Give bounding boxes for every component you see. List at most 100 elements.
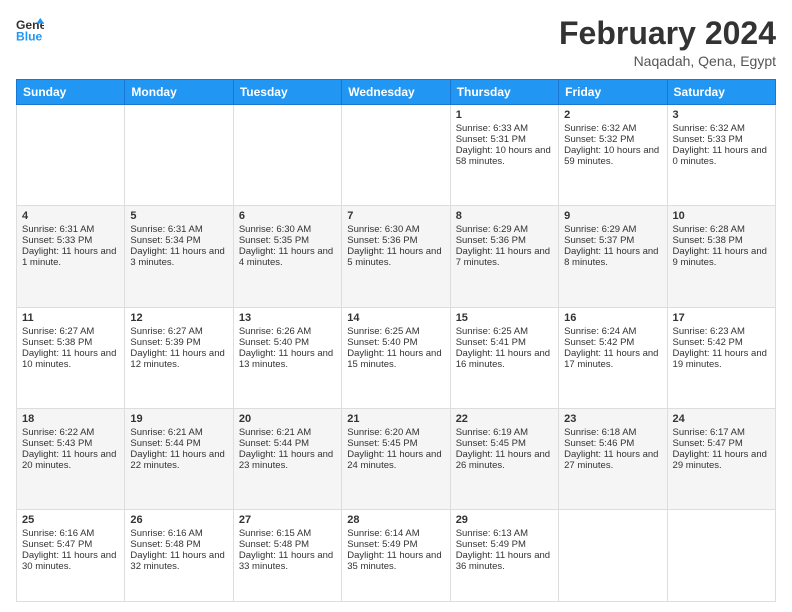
day-info: Sunset: 5:33 PM <box>673 134 770 145</box>
day-info: Daylight: 10 hours and 59 minutes. <box>564 145 661 167</box>
day-info: Sunrise: 6:27 AM <box>22 326 119 337</box>
logo: General Blue <box>16 16 44 44</box>
day-info: Daylight: 11 hours and 32 minutes. <box>130 550 227 572</box>
day-info: Sunrise: 6:31 AM <box>130 224 227 235</box>
day-info: Sunrise: 6:32 AM <box>673 123 770 134</box>
calendar-week-row: 4Sunrise: 6:31 AMSunset: 5:33 PMDaylight… <box>17 206 776 307</box>
day-info: Sunrise: 6:22 AM <box>22 427 119 438</box>
day-info: Sunset: 5:44 PM <box>130 438 227 449</box>
day-info: Sunset: 5:34 PM <box>130 235 227 246</box>
day-info: Daylight: 11 hours and 19 minutes. <box>673 348 770 370</box>
table-row: 21Sunrise: 6:20 AMSunset: 5:45 PMDayligh… <box>342 408 450 509</box>
day-info: Sunset: 5:32 PM <box>564 134 661 145</box>
day-info: Daylight: 11 hours and 5 minutes. <box>347 246 444 268</box>
day-info: Daylight: 11 hours and 35 minutes. <box>347 550 444 572</box>
table-row: 24Sunrise: 6:17 AMSunset: 5:47 PMDayligh… <box>667 408 775 509</box>
day-number: 13 <box>239 312 336 324</box>
table-row <box>17 105 125 206</box>
day-info: Daylight: 11 hours and 33 minutes. <box>239 550 336 572</box>
table-row: 13Sunrise: 6:26 AMSunset: 5:40 PMDayligh… <box>233 307 341 408</box>
col-monday: Monday <box>125 80 233 105</box>
day-info: Sunset: 5:49 PM <box>347 539 444 550</box>
day-number: 18 <box>22 413 119 425</box>
day-number: 23 <box>564 413 661 425</box>
table-row <box>342 105 450 206</box>
table-row: 11 Sunrise: 6:27 AMSunset: 5:38 PMDayligh… <box>17 307 125 408</box>
table-row <box>559 509 667 601</box>
day-info: Daylight: 11 hours and 10 minutes. <box>22 348 119 370</box>
day-info: Sunrise: 6:14 AM <box>347 528 444 539</box>
calendar-week-row: 11Sunrise: 6:27 AMSunset: 5:38 PMDayligh… <box>17 307 776 408</box>
day-number: 3 <box>673 109 770 121</box>
day-info: Sunrise: 6:21 AM <box>130 427 227 438</box>
calendar-location: Naqadah, Qena, Egypt <box>559 53 776 69</box>
day-number: 29 <box>456 514 553 526</box>
day-info: Sunset: 5:49 PM <box>456 539 553 550</box>
col-wednesday: Wednesday <box>342 80 450 105</box>
day-info: Sunrise: 6:30 AM <box>347 224 444 235</box>
day-info: Sunset: 5:39 PM <box>130 337 227 348</box>
day-number: 27 <box>239 514 336 526</box>
calendar-table: Sunday Monday Tuesday Wednesday Thursday… <box>16 79 776 602</box>
table-row: 26Sunrise: 6:16 AMSunset: 5:48 PMDayligh… <box>125 509 233 601</box>
day-info: Sunset: 5:38 PM <box>22 337 119 348</box>
table-row: 29 Sunrise: 6:13 AMSunset: 5:49 PMDayligh… <box>450 509 558 601</box>
day-number: 21 <box>347 413 444 425</box>
day-info: Sunrise: 6:16 AM <box>22 528 119 539</box>
day-info: Daylight: 11 hours and 3 minutes. <box>130 246 227 268</box>
day-number: 8 <box>456 210 553 222</box>
day-info: Sunrise: 6:29 AM <box>564 224 661 235</box>
table-row: 28Sunrise: 6:14 AMSunset: 5:49 PMDayligh… <box>342 509 450 601</box>
day-info: Sunset: 5:37 PM <box>564 235 661 246</box>
day-info: Sunrise: 6:30 AM <box>239 224 336 235</box>
day-info: Daylight: 11 hours and 4 minutes. <box>239 246 336 268</box>
day-info: Sunrise: 6:20 AM <box>347 427 444 438</box>
day-info: Daylight: 11 hours and 29 minutes. <box>673 449 770 471</box>
day-info: Sunrise: 6:15 AM <box>239 528 336 539</box>
day-info: Sunrise: 6:23 AM <box>673 326 770 337</box>
table-row: 16Sunrise: 6:24 AMSunset: 5:42 PMDayligh… <box>559 307 667 408</box>
day-info: Daylight: 11 hours and 22 minutes. <box>130 449 227 471</box>
day-info: Sunrise: 6:31 AM <box>22 224 119 235</box>
day-info: Sunset: 5:47 PM <box>673 438 770 449</box>
calendar-week-row: 18Sunrise: 6:22 AMSunset: 5:43 PMDayligh… <box>17 408 776 509</box>
day-number: 5 <box>130 210 227 222</box>
day-info: Sunset: 5:45 PM <box>456 438 553 449</box>
page-header: General Blue February 2024 Naqadah, Qena… <box>16 16 776 69</box>
table-row: 3 Sunrise: 6:32 AMSunset: 5:33 PMDaylight… <box>667 105 775 206</box>
day-info: Daylight: 11 hours and 15 minutes. <box>347 348 444 370</box>
day-info: Daylight: 11 hours and 36 minutes. <box>456 550 553 572</box>
col-tuesday: Tuesday <box>233 80 341 105</box>
table-row: 18Sunrise: 6:22 AMSunset: 5:43 PMDayligh… <box>17 408 125 509</box>
day-info: Sunset: 5:46 PM <box>564 438 661 449</box>
col-friday: Friday <box>559 80 667 105</box>
day-number: 7 <box>347 210 444 222</box>
day-number: 9 <box>564 210 661 222</box>
day-info: Daylight: 11 hours and 0 minutes. <box>673 145 770 167</box>
table-row: 6Sunrise: 6:30 AMSunset: 5:35 PMDaylight… <box>233 206 341 307</box>
table-row: 5 Sunrise: 6:31 AMSunset: 5:34 PMDaylight… <box>125 206 233 307</box>
day-info: Daylight: 11 hours and 30 minutes. <box>22 550 119 572</box>
day-info: Daylight: 10 hours and 58 minutes. <box>456 145 553 167</box>
table-row: 19Sunrise: 6:21 AMSunset: 5:44 PMDayligh… <box>125 408 233 509</box>
day-info: Daylight: 11 hours and 23 minutes. <box>239 449 336 471</box>
day-info: Sunset: 5:48 PM <box>239 539 336 550</box>
day-number: 15 <box>456 312 553 324</box>
day-info: Sunrise: 6:19 AM <box>456 427 553 438</box>
day-number: 16 <box>564 312 661 324</box>
day-number: 12 <box>130 312 227 324</box>
day-info: Sunset: 5:36 PM <box>347 235 444 246</box>
day-info: Sunset: 5:35 PM <box>239 235 336 246</box>
day-info: Sunset: 5:47 PM <box>22 539 119 550</box>
day-info: Sunset: 5:48 PM <box>130 539 227 550</box>
day-number: 1 <box>456 109 553 121</box>
title-block: February 2024 Naqadah, Qena, Egypt <box>559 16 776 69</box>
day-info: Sunrise: 6:25 AM <box>347 326 444 337</box>
day-number: 17 <box>673 312 770 324</box>
day-number: 26 <box>130 514 227 526</box>
day-info: Sunrise: 6:13 AM <box>456 528 553 539</box>
day-number: 11 <box>22 312 119 324</box>
table-row: 9Sunrise: 6:29 AMSunset: 5:37 PMDaylight… <box>559 206 667 307</box>
calendar-title: February 2024 <box>559 16 776 51</box>
table-row <box>125 105 233 206</box>
